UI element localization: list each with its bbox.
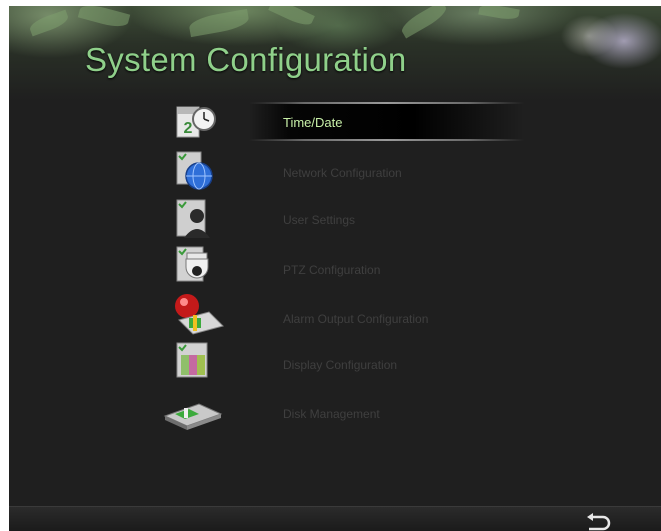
menu-item-alarm-output-configuration[interactable]: Alarm Output Configuration (9, 290, 661, 336)
menu-label-network-configuration: Network Configuration (283, 166, 402, 180)
menu-item-display-configuration[interactable]: Display Configuration (9, 337, 661, 383)
menu-item-time-date[interactable]: 2 Time/Date (9, 99, 661, 145)
globe-network-icon (176, 151, 213, 190)
system-configuration-screen: System Configuration 2 Time/Date Network… (9, 6, 661, 531)
menu-label-time-date: Time/Date (283, 115, 343, 130)
banner-leaf (268, 6, 315, 29)
banner-leaf (77, 6, 131, 31)
banner-leaf (187, 8, 251, 38)
menu-item-ptz-configuration[interactable]: PTZ Configuration (9, 243, 661, 289)
banner-leaf (478, 6, 520, 22)
menu-item-user-settings[interactable]: User Settings (9, 196, 661, 242)
menu-label-display-configuration: Display Configuration (283, 358, 398, 372)
alarm-light-icon (175, 294, 224, 335)
banner-leaf (398, 6, 450, 39)
back-arrow-icon[interactable] (583, 512, 613, 531)
menu-label-user-settings: User Settings (283, 213, 356, 227)
menu-label-alarm-output-configuration: Alarm Output Configuration (283, 312, 429, 326)
menu-item-disk-management[interactable]: Disk Management (9, 386, 661, 432)
svg-text:2: 2 (184, 120, 193, 137)
ptz-camera-icon (176, 246, 209, 282)
page-title: System Configuration (85, 41, 407, 78)
bottom-bar (9, 506, 661, 531)
disk-icon (163, 403, 223, 430)
menu-label-ptz-configuration: PTZ Configuration (283, 263, 381, 277)
menu-label-disk-management: Disk Management (283, 407, 380, 421)
display-icon (176, 342, 208, 378)
user-icon (176, 199, 210, 238)
menu-item-network-configuration[interactable]: Network Configuration (9, 148, 661, 194)
calendar-clock-icon: 2 (176, 106, 216, 138)
banner-leaf (27, 9, 71, 37)
